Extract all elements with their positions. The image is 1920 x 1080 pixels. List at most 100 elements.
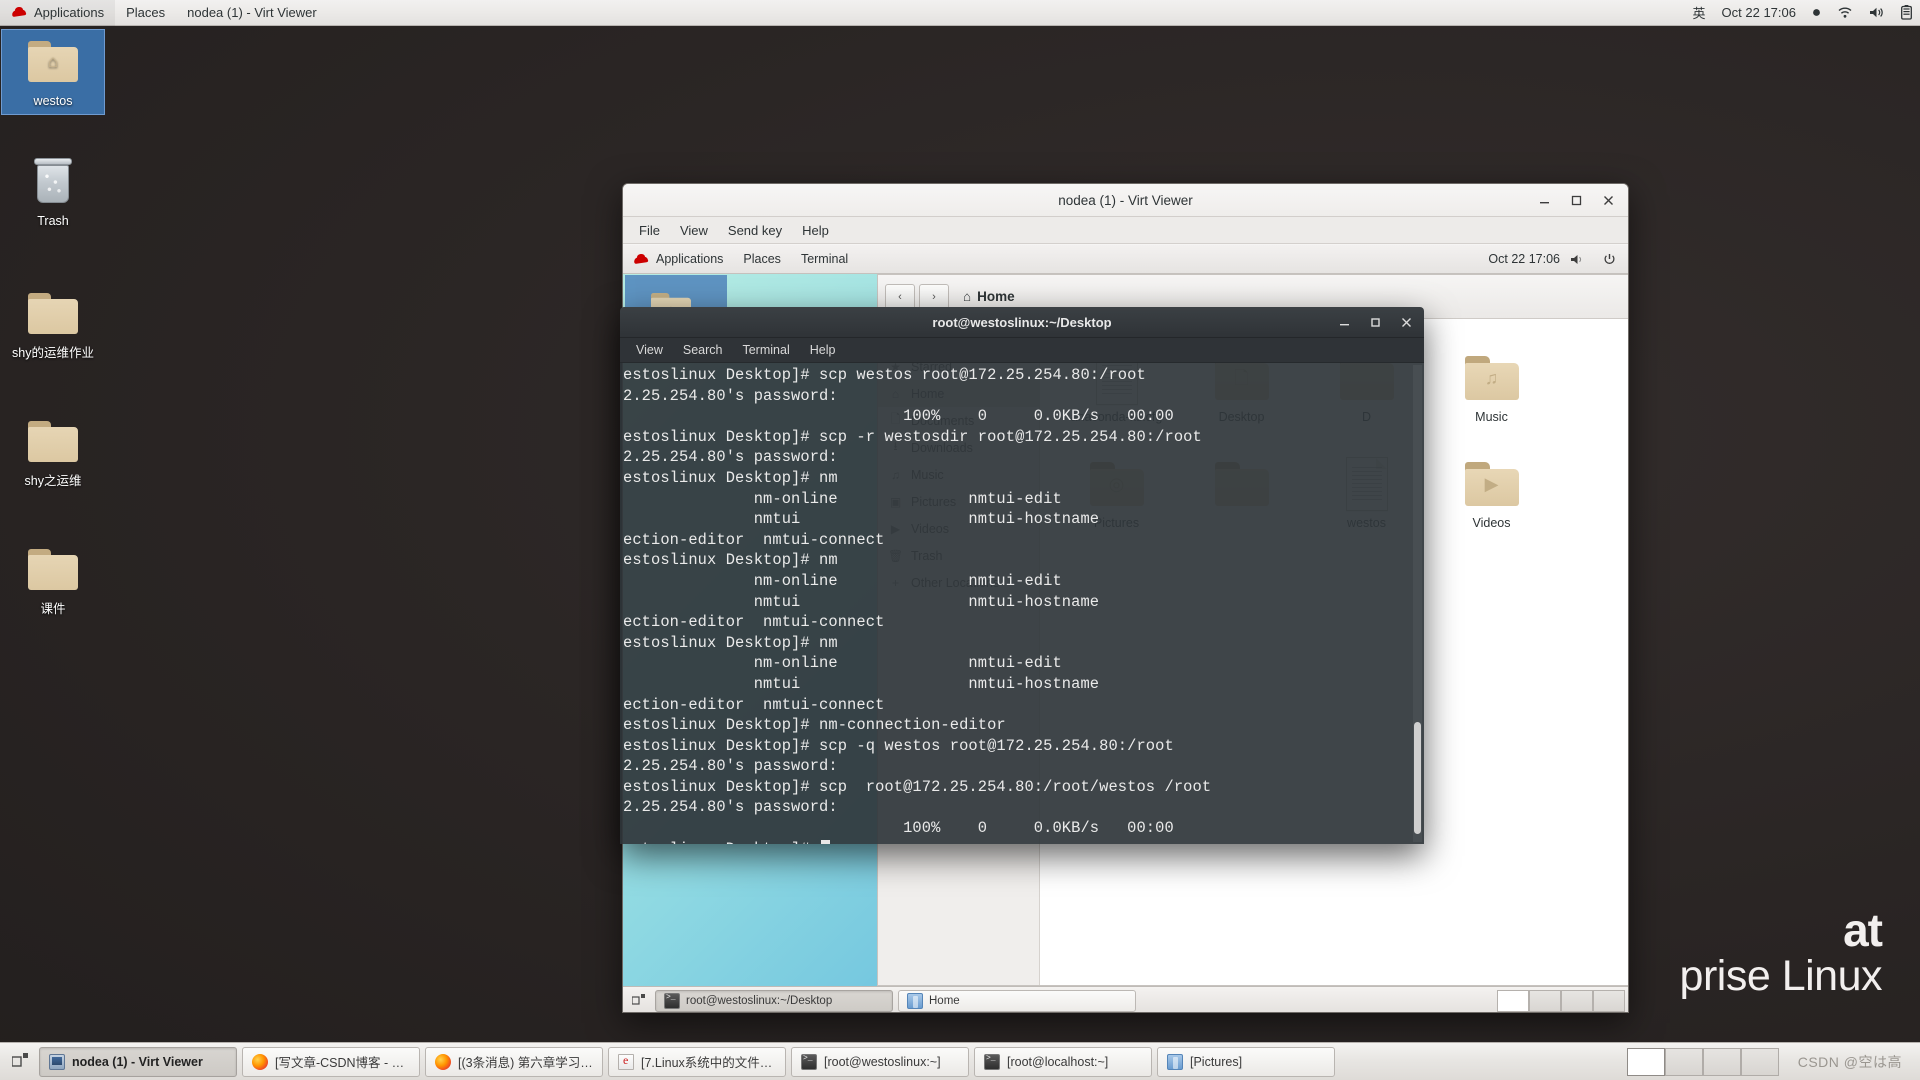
terminal-menubar[interactable]: View Search Terminal Help — [620, 338, 1424, 363]
workspace-3[interactable] — [1702, 1047, 1741, 1076]
back-icon[interactable]: ‹ — [885, 283, 915, 310]
guest-workspace-4[interactable] — [1593, 989, 1625, 1012]
guest-places-menu[interactable]: Places — [733, 245, 791, 274]
taskbar-label: [root@westoslinux:~] — [824, 1054, 941, 1069]
home-folder-icon: ⌂ — [2, 30, 104, 92]
desktop-icon-courseware[interactable]: 课件 — [2, 538, 104, 622]
volume-icon[interactable] — [1861, 0, 1893, 26]
guest-taskbar-item-home[interactable]: Home — [898, 989, 1136, 1012]
virt-viewer-menubar[interactable]: File View Send key Help — [623, 217, 1628, 244]
workspace-2[interactable] — [1664, 1047, 1703, 1076]
menu-search[interactable]: Search — [673, 338, 733, 363]
nautilus-title-label: Home — [977, 289, 1015, 304]
guest-taskbar[interactable]: root@westoslinux:~/Desktop Home — [623, 986, 1628, 1012]
taskbar-label: [root@localhost:~] — [1007, 1054, 1109, 1069]
guest-applications-menu[interactable]: Applications — [623, 245, 733, 274]
active-window-title[interactable]: nodea (1) - Virt Viewer — [176, 0, 328, 26]
taskbar-item-terminal-localhost[interactable]: [root@localhost:~] — [974, 1046, 1152, 1077]
folder-icon — [2, 410, 104, 472]
terminal-window-controls — [1329, 307, 1422, 338]
host-panel-tray: 英 Oct 22 17:06 — [1685, 0, 1920, 26]
nautilus-path-bar[interactable]: ⌂ Home — [963, 289, 1015, 304]
gnome-terminal-window[interactable]: root@westoslinux:~/Desktop View Search T… — [620, 307, 1424, 844]
virt-viewer-titlebar[interactable]: nodea (1) - Virt Viewer — [623, 184, 1628, 217]
nautilus-icon — [907, 992, 923, 1009]
guest-taskbar-item-terminal[interactable]: root@westoslinux:~/Desktop — [655, 989, 893, 1012]
applications-label: Applications — [34, 5, 105, 20]
terminal-scrollbar[interactable] — [1413, 365, 1422, 842]
guest-clock[interactable]: Oct 22 17:06 — [1488, 252, 1560, 266]
forward-icon[interactable]: › — [919, 283, 949, 310]
home-icon: ⌂ — [963, 289, 972, 304]
taskbar-label: [Pictures] — [1190, 1054, 1243, 1069]
terminal-title: root@westoslinux:~/Desktop — [932, 314, 1112, 330]
maximize-icon[interactable] — [1360, 307, 1391, 338]
terminal-icon — [984, 1053, 1000, 1070]
places-menu[interactable]: Places — [115, 0, 176, 26]
guest-terminal-menu[interactable]: Terminal — [791, 245, 858, 274]
clock[interactable]: Oct 22 17:06 — [1714, 0, 1804, 26]
terminal-cursor — [821, 839, 831, 844]
host-top-panel[interactable]: Applications Places nodea (1) - Virt Vie… — [0, 0, 1920, 26]
file-item[interactable]: ▶ Videos — [1429, 447, 1554, 553]
terminal-titlebar[interactable]: root@westoslinux:~/Desktop — [620, 307, 1424, 338]
nautilus-icon — [1167, 1053, 1183, 1070]
file-item[interactable]: ♫ Music — [1429, 341, 1554, 447]
taskbar-item-virt-viewer[interactable]: nodea (1) - Virt Viewer — [39, 1046, 237, 1077]
folder-icon: ♫ — [1464, 345, 1519, 411]
workspace-switcher-icon[interactable] — [6, 1047, 34, 1077]
close-icon[interactable] — [1592, 184, 1624, 217]
input-method-indicator[interactable]: 英 — [1685, 0, 1714, 26]
guest-workspace-switcher-icon[interactable] — [628, 993, 650, 1008]
taskbar-item-firefox-csdn-write[interactable]: [写文章-CSDN博客 - Mozilla Fi... — [242, 1046, 420, 1077]
terminal-body[interactable]: estoslinux Desktop]# scp westos root@172… — [620, 363, 1424, 844]
guest-workspace-2[interactable] — [1529, 989, 1561, 1012]
menu-help[interactable]: Help — [792, 217, 839, 244]
guest-workspace-1[interactable] — [1497, 989, 1529, 1012]
maximize-icon[interactable] — [1560, 184, 1592, 217]
menu-help[interactable]: Help — [800, 338, 846, 363]
menu-view[interactable]: View — [626, 338, 673, 363]
terminal-prompt-line: estoslinux Desktop]# — [620, 839, 1424, 844]
terminal-output: estoslinux Desktop]# scp westos root@172… — [623, 366, 1212, 838]
desktop-icon-westos[interactable]: ⌂ westos — [1, 28, 105, 116]
guest-workspace-boxes[interactable] — [1497, 989, 1625, 1012]
taskbar-item-pictures[interactable]: [Pictures] — [1157, 1046, 1335, 1077]
scrollbar-thumb[interactable] — [1414, 722, 1421, 834]
workspace-boxes[interactable] — [1626, 1047, 1779, 1076]
desktop-icon-label: shy之运维 — [24, 474, 82, 488]
taskbar-label: [(3条消息) 第六章学习博客_空... — [458, 1056, 593, 1070]
guest-top-panel[interactable]: Applications Places Terminal Oct 22 17:0… — [623, 245, 1628, 274]
taskbar-item-firefox-blog[interactable]: [(3条消息) 第六章学习博客_空... — [425, 1046, 603, 1077]
wifi-icon[interactable] — [1829, 0, 1861, 26]
menu-terminal[interactable]: Terminal — [732, 338, 799, 363]
guest-panel-tray: Oct 22 17:06 — [1488, 246, 1628, 272]
host-taskbar[interactable]: nodea (1) - Virt Viewer [写文章-CSDN博客 - Mo… — [0, 1042, 1920, 1080]
menu-file[interactable]: File — [629, 217, 670, 244]
desktop-icon-shy-ops-homework[interactable]: shy的运维作业 — [2, 282, 104, 366]
taskbar-item-terminal-westoslinux[interactable]: [root@westoslinux:~] — [791, 1046, 969, 1077]
watermark-line-2: prise Linux — [1679, 952, 1883, 1000]
folder-icon: ▶ — [1464, 451, 1519, 517]
desktop-icon-trash[interactable]: Trash — [2, 150, 104, 234]
recording-dot-icon — [1804, 0, 1829, 26]
menu-view[interactable]: View — [670, 217, 718, 244]
minimize-icon[interactable] — [1329, 307, 1360, 338]
menu-send-key[interactable]: Send key — [718, 217, 792, 244]
guest-taskbar-label: root@westoslinux:~/Desktop — [686, 994, 833, 1007]
guest-workspace-3[interactable] — [1561, 989, 1593, 1012]
workspace-1[interactable] — [1626, 1047, 1665, 1076]
close-icon[interactable] — [1391, 307, 1422, 338]
battery-icon[interactable] — [1893, 0, 1920, 26]
minimize-icon[interactable] — [1528, 184, 1560, 217]
volume-icon[interactable] — [1562, 246, 1593, 272]
workspace-4[interactable] — [1740, 1047, 1779, 1076]
desktop-icon-shy-ops[interactable]: shy之运维 — [2, 410, 104, 494]
applications-menu[interactable]: Applications — [0, 0, 116, 26]
file-name: Music — [1475, 410, 1508, 424]
power-icon[interactable] — [1595, 246, 1624, 272]
taskbar-item-pdf[interactable]: [7.Linux系统中的文件传输.pdf] — [608, 1046, 786, 1077]
virt-viewer-window-controls — [1528, 184, 1624, 217]
red-hat-icon — [633, 254, 650, 265]
desktop-icon-label: westos — [33, 94, 73, 108]
